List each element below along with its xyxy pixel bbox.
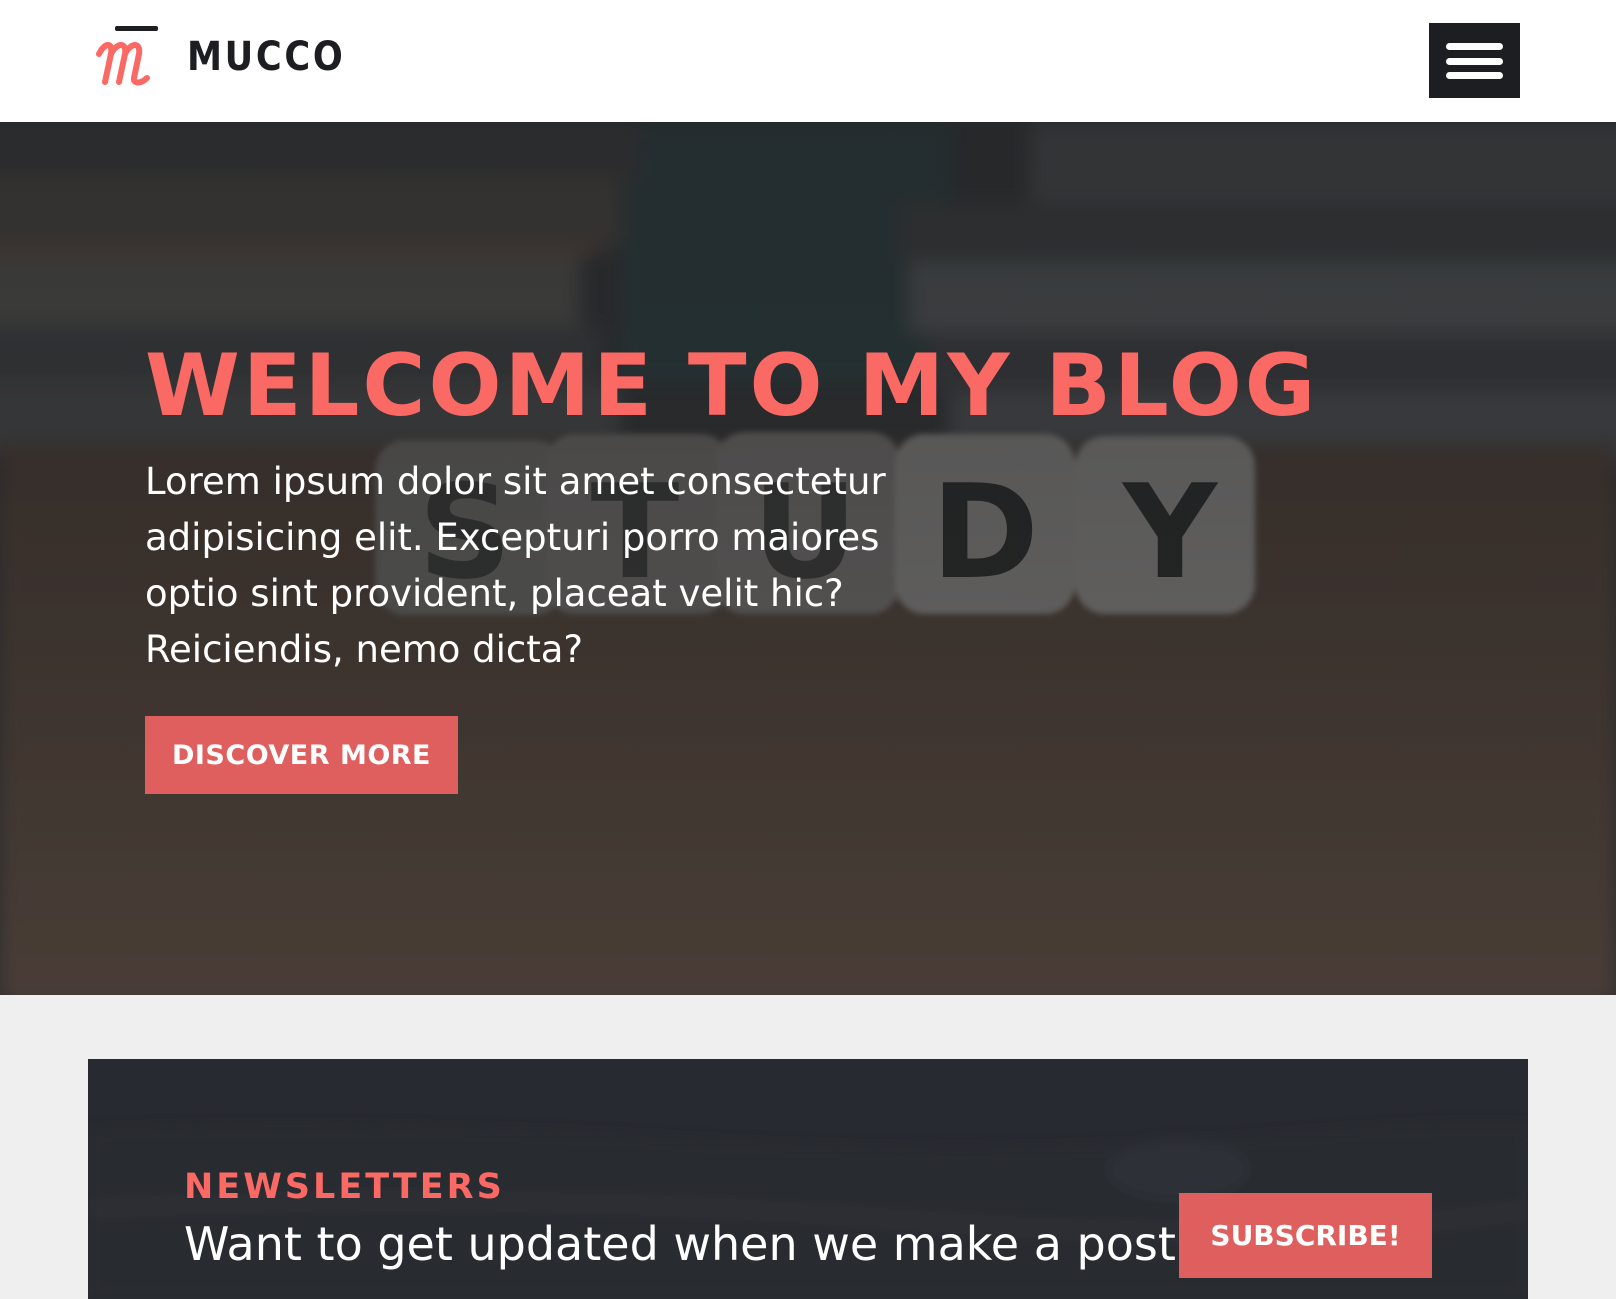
discover-more-button[interactable]: DISCOVER MORE	[145, 716, 458, 794]
newsletter-text: Want to get updated when we make a post?	[184, 1217, 1201, 1271]
hamburger-menu-icon	[1446, 43, 1503, 79]
site-header: MUCCO	[0, 0, 1616, 122]
menu-button[interactable]	[1429, 23, 1520, 98]
newsletter-section: NEWSLETTERS Want to get updated when we …	[88, 1059, 1528, 1299]
hero-description: Lorem ipsum dolor sit amet consectetur a…	[145, 460, 886, 671]
brand-name: MUCCO	[187, 34, 346, 80]
m-script-logo-icon	[95, 24, 161, 90]
subscribe-button[interactable]: SUBSCRIBE!	[1179, 1193, 1432, 1278]
hero-content: WELCOME TO MY BLOG Lorem ipsum dolor sit…	[145, 340, 1345, 678]
brand[interactable]: MUCCO	[95, 24, 367, 90]
newsletter-label: NEWSLETTERS	[184, 1167, 505, 1207]
hero-title: WELCOME TO MY BLOG	[145, 336, 1319, 436]
hero-section: S T U D Y WELCOME TO MY BLOG Lorem ipsum…	[0, 122, 1616, 995]
